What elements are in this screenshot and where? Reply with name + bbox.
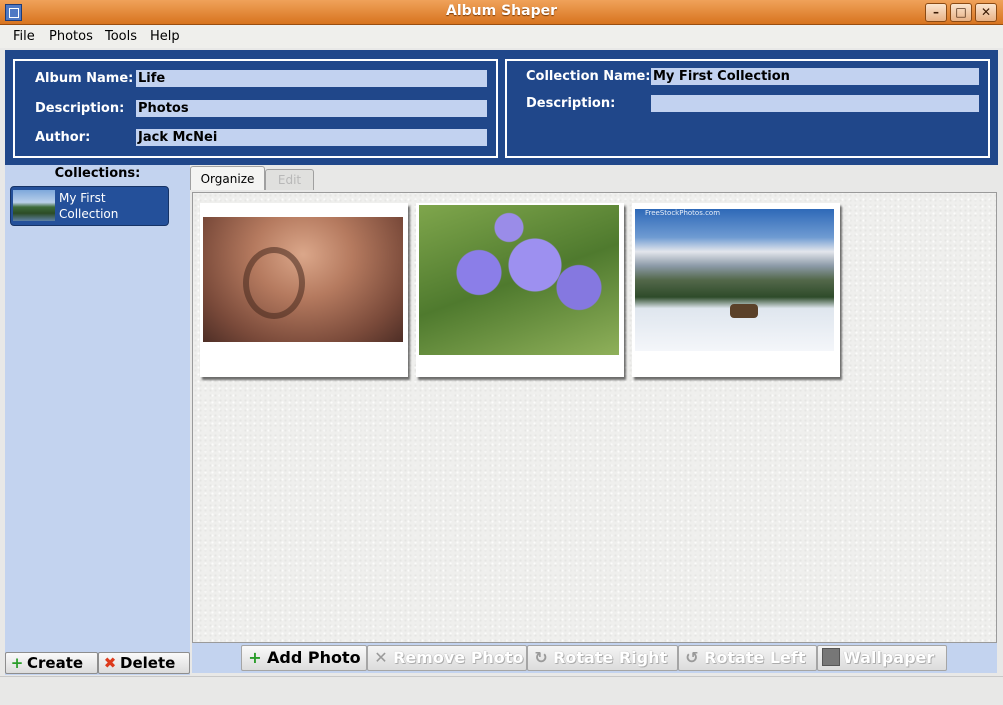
photo-rust-swirl xyxy=(203,217,403,342)
title-bar[interactable]: Album Shaper – □ ✕ xyxy=(0,0,1003,25)
menu-photos[interactable]: Photos xyxy=(49,29,93,44)
window-title: Album Shaper xyxy=(445,3,557,19)
wallpaper-icon xyxy=(822,646,840,670)
album-name-label: Album Name: xyxy=(35,71,134,86)
album-description-field[interactable]: Photos xyxy=(136,100,487,117)
add-photo-label: Add Photo xyxy=(267,648,361,667)
remove-x-icon: ✕ xyxy=(374,648,388,667)
album-author-field[interactable]: Jack McNei xyxy=(136,129,487,146)
collection-description-label: Description: xyxy=(526,96,616,111)
menu-file[interactable]: File xyxy=(13,29,35,44)
remove-photo-button[interactable]: ✕ Remove Photo xyxy=(367,645,527,671)
photo-watermark: FreeStockPhotos.com xyxy=(645,209,721,217)
tab-organize[interactable]: Organize xyxy=(190,166,265,190)
delete-collection-button[interactable]: ✖ Delete xyxy=(98,652,190,674)
collections-panel: Collections: My First Collection xyxy=(5,165,190,675)
menu-tools[interactable]: Tools xyxy=(105,29,137,44)
rotate-left-button[interactable]: ↺ Rotate Left xyxy=(678,645,817,671)
minimize-button[interactable]: – xyxy=(925,3,947,22)
collection-info-box: Collection Name: My First Collection Des… xyxy=(505,59,990,158)
tab-edit[interactable]: Edit xyxy=(265,169,314,190)
rotate-left-icon: ↺ xyxy=(685,648,699,667)
plus-icon: + xyxy=(248,648,262,667)
rotate-right-label: Rotate Right xyxy=(553,648,668,667)
album-author-label: Author: xyxy=(35,130,91,145)
collection-thumbnail xyxy=(13,190,55,221)
photo-purple-flowers xyxy=(419,205,619,355)
close-button[interactable]: ✕ xyxy=(975,3,997,22)
menu-bar: File Photos Tools Help xyxy=(0,25,1003,48)
plus-icon: + xyxy=(10,654,24,672)
info-header: Album Name: Life Description: Photos Aut… xyxy=(5,50,998,165)
delete-x-icon: ✖ xyxy=(103,654,117,672)
create-label: Create xyxy=(27,654,84,672)
photo-snowy-mountains-deer: FreeStockPhotos.com xyxy=(635,209,834,351)
collections-title: Collections: xyxy=(54,166,141,181)
collection-name-label: Collection Name: xyxy=(526,69,651,84)
maximize-button[interactable]: □ xyxy=(950,3,972,22)
wallpaper-button[interactable]: Wallpaper xyxy=(817,645,947,671)
rotate-left-label: Rotate Left xyxy=(704,648,806,667)
photo-thumbnail[interactable] xyxy=(200,203,408,377)
collection-item-my-first-collection[interactable]: My First Collection xyxy=(10,186,169,226)
photo-thumbnail[interactable]: FreeStockPhotos.com xyxy=(632,203,840,377)
status-bar xyxy=(0,676,1003,705)
rotate-right-button[interactable]: ↻ Rotate Right xyxy=(527,645,678,671)
add-photo-button[interactable]: + Add Photo xyxy=(241,645,367,671)
photo-thumbnail[interactable] xyxy=(416,203,624,377)
rotate-right-icon: ↻ xyxy=(534,648,548,667)
album-info-box: Album Name: Life Description: Photos Aut… xyxy=(13,59,498,158)
collection-description-field[interactable] xyxy=(651,95,979,112)
album-name-field[interactable]: Life xyxy=(136,70,487,87)
create-collection-button[interactable]: + Create xyxy=(5,652,98,674)
wallpaper-label: Wallpaper xyxy=(843,648,935,667)
delete-label: Delete xyxy=(120,654,176,672)
remove-photo-label: Remove Photo xyxy=(393,648,524,667)
collection-item-label: My First Collection xyxy=(59,191,119,221)
collection-name-field[interactable]: My First Collection xyxy=(651,68,979,85)
photo-toolbar: + Add Photo ✕ Remove Photo ↻ Rotate Right ↺… xyxy=(192,643,997,673)
photo-grid[interactable]: FreeStockPhotos.com xyxy=(192,192,997,643)
menu-help[interactable]: Help xyxy=(150,29,180,44)
album-description-label: Description: xyxy=(35,101,125,116)
